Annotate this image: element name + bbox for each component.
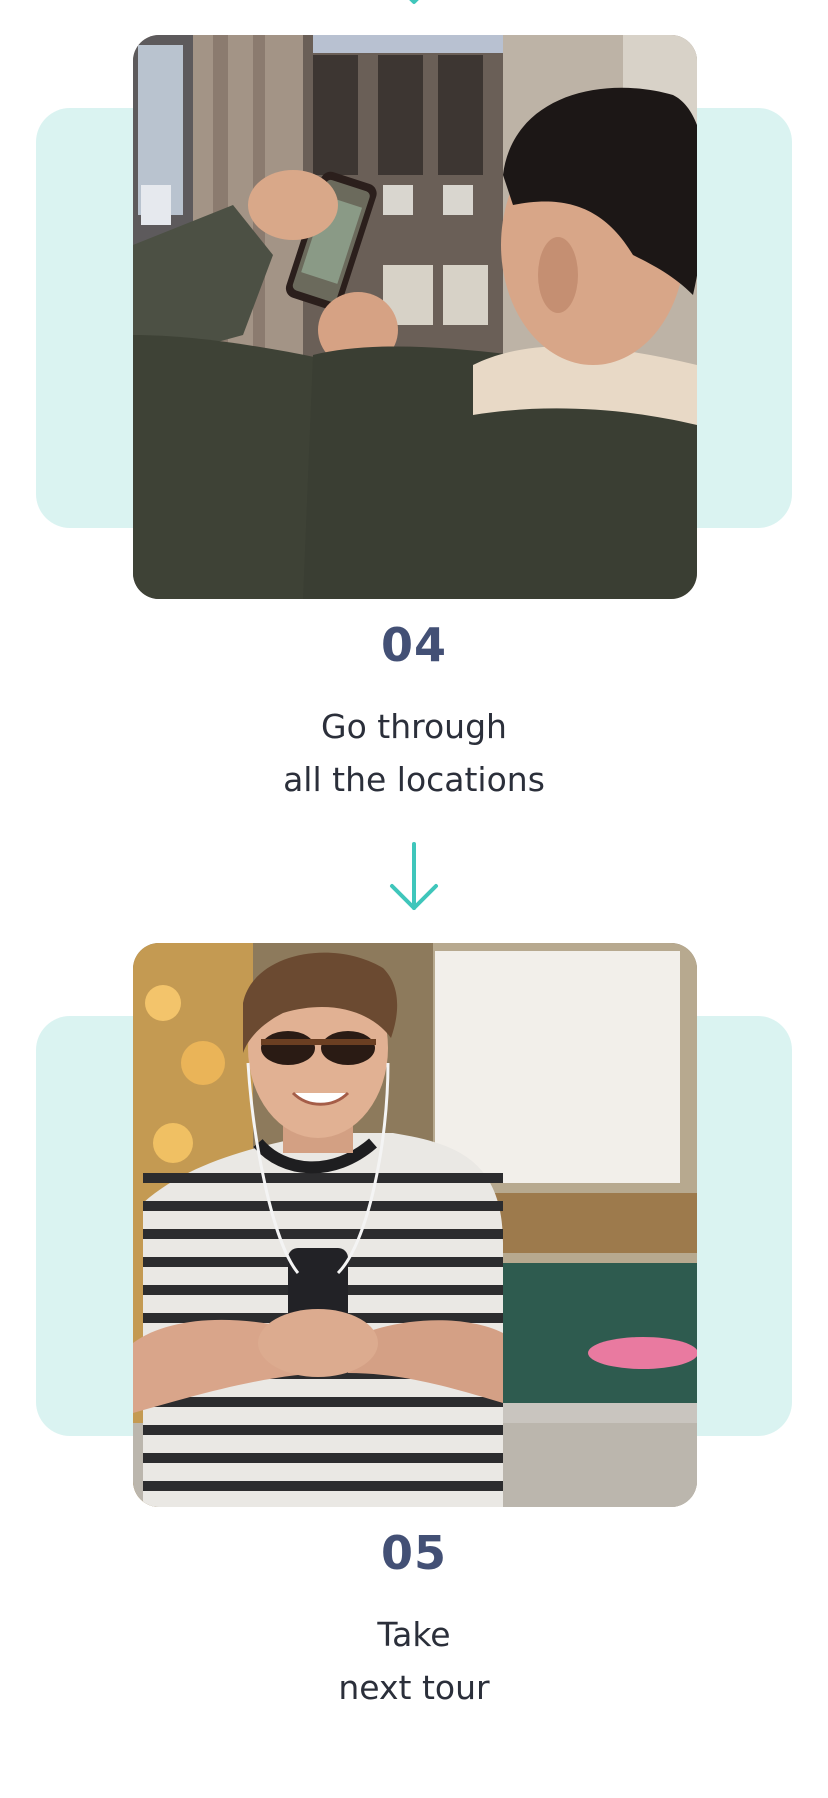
step-description-line-2: all the locations bbox=[283, 760, 545, 799]
step-description: Take next tour bbox=[0, 1608, 828, 1714]
step-number: 05 bbox=[380, 1526, 447, 1580]
step-description-line-1: Take bbox=[377, 1615, 451, 1654]
step-description-line-1: Go through bbox=[321, 707, 507, 746]
step-05: 05 Take next tour bbox=[0, 908, 828, 1798]
step-04: 04 Go through all the locations bbox=[0, 0, 828, 820]
step-description: Go through all the locations bbox=[0, 700, 828, 806]
step-number: 04 bbox=[380, 618, 447, 672]
tour-steps-page: 04 Go through all the locations 05 Take … bbox=[0, 0, 828, 1798]
step-photo-smiling-man-with-phone bbox=[133, 943, 697, 1507]
arrow-down-icon bbox=[389, 842, 439, 914]
step-photo-man-photographing-building bbox=[133, 35, 697, 599]
step-description-line-2: next tour bbox=[338, 1668, 490, 1707]
